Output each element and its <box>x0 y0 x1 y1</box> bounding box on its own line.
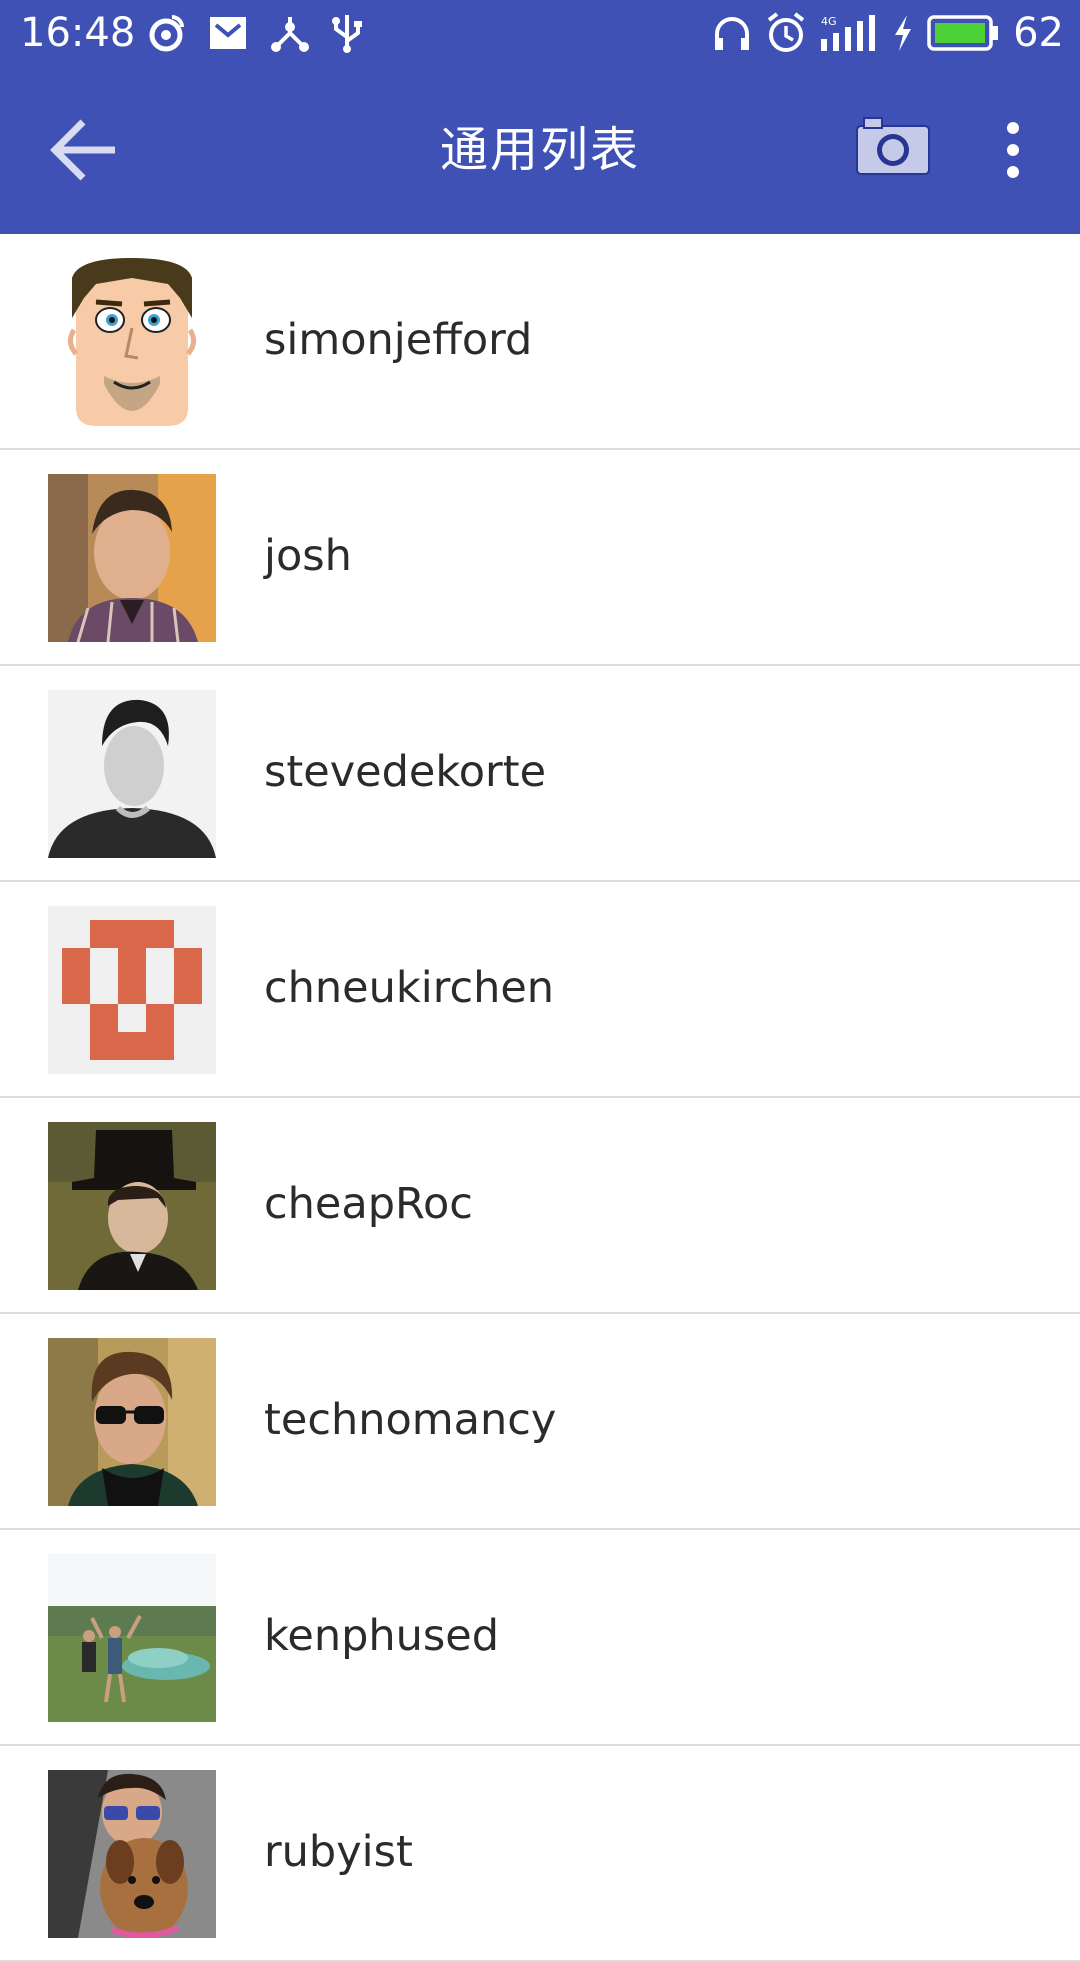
user-list: simonjefford josh stevedekorte chneukirc… <box>0 234 1080 1962</box>
list-item-josh[interactable]: josh <box>0 450 1080 666</box>
photo-avatar <box>48 1554 216 1722</box>
mail-icon <box>208 13 248 53</box>
status-right-icons: 4G 62 <box>713 8 1064 58</box>
list-item-kenphused[interactable]: kenphused <box>0 1530 1080 1746</box>
svg-text:4G: 4G <box>821 15 837 28</box>
usb-icon <box>332 13 362 53</box>
photo-avatar <box>48 474 216 642</box>
battery-icon <box>927 15 999 51</box>
list-item-label: cheapRoc <box>264 1179 473 1229</box>
list-item-label: stevedekorte <box>264 747 547 797</box>
photo-avatar <box>48 690 216 858</box>
more-vert-icon <box>1005 120 1021 180</box>
photo-avatar <box>48 1338 216 1506</box>
list-item-label: josh <box>264 531 352 581</box>
camera-icon <box>856 116 930 176</box>
camera-button[interactable] <box>846 106 940 186</box>
list-item-label: kenphused <box>264 1611 500 1661</box>
alarm-icon <box>765 12 807 54</box>
list-item-label: simonjefford <box>264 315 533 365</box>
status-time: 16:48 <box>20 10 136 56</box>
battery-level-text: 62 <box>1013 10 1064 56</box>
list-item-chneukirchen[interactable]: chneukirchen <box>0 882 1080 1098</box>
more-options-button[interactable] <box>988 110 1038 190</box>
share-nodes-icon <box>270 13 310 53</box>
list-item-cheaproc[interactable]: cheapRoc <box>0 1098 1080 1314</box>
photo-avatar <box>48 1770 216 1938</box>
list-item-label: chneukirchen <box>264 963 555 1013</box>
list-item-label: technomancy <box>264 1395 557 1445</box>
list-item-stevedekorte[interactable]: stevedekorte <box>0 666 1080 882</box>
signal-4g-icon: 4G <box>821 13 879 53</box>
weibo-icon <box>146 13 186 53</box>
app-bar: 通用列表 <box>0 66 1080 234</box>
status-bar: 16:48 4G 62 <box>0 0 1080 66</box>
list-item-technomancy[interactable]: technomancy <box>0 1314 1080 1530</box>
painting-avatar <box>48 1122 216 1290</box>
list-item-rubyist[interactable]: rubyist <box>0 1746 1080 1962</box>
list-item-simonjefford[interactable]: simonjefford <box>0 234 1080 450</box>
identicon-avatar <box>48 906 216 1074</box>
status-left-icons <box>146 12 362 54</box>
headphones-icon <box>713 14 751 52</box>
cartoon-face-avatar <box>48 258 216 426</box>
charging-icon <box>893 15 913 51</box>
list-item-label: rubyist <box>264 1827 413 1877</box>
